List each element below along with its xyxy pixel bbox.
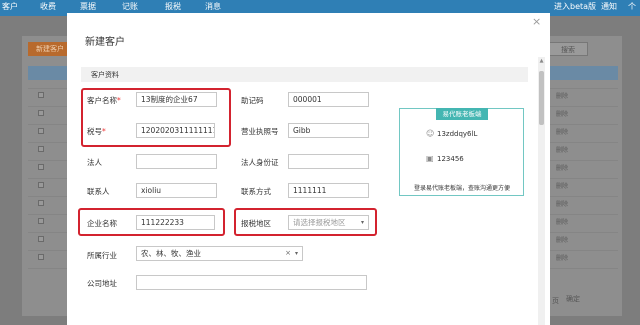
industry-label: 所属行业 (87, 251, 117, 260)
row-delete-link[interactable]: 删除 (556, 235, 568, 244)
lock-icon: ▣ (426, 154, 434, 163)
row-delete-link[interactable]: 删除 (556, 163, 568, 172)
row-checkbox[interactable] (38, 236, 44, 242)
card-password: 123456 (437, 155, 464, 163)
industry-value: 农、林、牧、渔业 (141, 249, 201, 258)
section-title: 客户资料 (91, 71, 119, 79)
row-checkbox[interactable] (38, 254, 44, 260)
row-checkbox[interactable] (38, 110, 44, 116)
row-checkbox[interactable] (38, 182, 44, 188)
row-delete-link[interactable]: 删除 (556, 127, 568, 136)
row-checkbox[interactable] (38, 146, 44, 152)
highlight-box-company (78, 208, 225, 236)
row-delete-link[interactable]: 删除 (556, 217, 568, 226)
row-checkbox[interactable] (38, 128, 44, 134)
new-customer-dialog: 新建客户 × 客户资料 客户名称* 13制度的企业67 税号* 12020203… (67, 13, 550, 325)
card-username: 13zddqy6lL (437, 130, 478, 138)
legal-person-label: 法人 (87, 158, 102, 167)
license-number-input[interactable]: Gibb (288, 123, 369, 138)
nav-notifications[interactable]: 通知 (601, 0, 617, 16)
scrollbar-thumb[interactable] (539, 71, 544, 125)
card-title: 易代账老板端 (436, 108, 488, 120)
legal-id-label: 法人身份证 (241, 158, 279, 167)
license-number-label: 营业执照号 (241, 127, 279, 136)
nav-beta-link[interactable]: 进入beta版 (554, 0, 596, 16)
highlight-box-name-tax (81, 88, 231, 147)
row-delete-link[interactable]: 删除 (556, 253, 568, 262)
mnemonic-label: 助记码 (241, 96, 264, 105)
clear-icon[interactable]: × (285, 247, 291, 260)
contact-phone-label: 联系方式 (241, 187, 271, 196)
contact-label: 联系人 (87, 187, 110, 196)
address-label: 公司地址 (87, 279, 117, 288)
row-delete-link[interactable]: 删除 (556, 199, 568, 208)
nav-item-billing[interactable]: 收费 (40, 0, 56, 16)
close-icon[interactable]: × (532, 15, 541, 28)
user-icon: ☺ (426, 129, 435, 138)
row-checkbox[interactable] (38, 200, 44, 206)
boss-app-card: 易代账老板端 ☺ 13zddqy6lL ▣ 123456 登录易代账老板端，查账… (399, 108, 524, 196)
dialog-title: 新建客户 (85, 37, 125, 48)
nav-user[interactable]: 个 (628, 0, 636, 16)
industry-select[interactable]: 农、林、牧、渔业 × ▾ (136, 246, 303, 261)
mnemonic-input[interactable]: 000001 (288, 92, 369, 107)
row-delete-link[interactable]: 删除 (556, 181, 568, 190)
contact-phone-input[interactable]: 1111111 (288, 183, 369, 198)
section-header: 客户资料 (81, 67, 528, 82)
row-delete-link[interactable]: 删除 (556, 109, 568, 118)
row-checkbox[interactable] (38, 218, 44, 224)
card-footer-text[interactable]: 登录易代账老板端，查账沟通更方便 (403, 183, 521, 192)
chevron-down-icon: ▾ (294, 250, 298, 257)
row-checkbox[interactable] (38, 92, 44, 98)
highlight-box-tax-region (234, 208, 377, 236)
nav-item-customers[interactable]: 客户 (2, 0, 18, 16)
row-delete-link[interactable]: 删除 (556, 91, 568, 100)
pagination-label: 页 (552, 297, 559, 305)
add-customer-button[interactable]: 新建客户 (28, 42, 72, 56)
row-delete-link[interactable]: 删除 (556, 145, 568, 154)
scroll-up-icon[interactable]: ▲ (538, 58, 545, 64)
address-input[interactable] (136, 275, 367, 290)
legal-id-input[interactable] (288, 154, 369, 169)
contact-input[interactable]: xioliu (136, 183, 217, 198)
legal-person-input[interactable] (136, 154, 217, 169)
row-checkbox[interactable] (38, 164, 44, 170)
search-button[interactable]: 搜索 (548, 42, 588, 56)
pagination-confirm-button[interactable]: 确定 (566, 294, 580, 304)
